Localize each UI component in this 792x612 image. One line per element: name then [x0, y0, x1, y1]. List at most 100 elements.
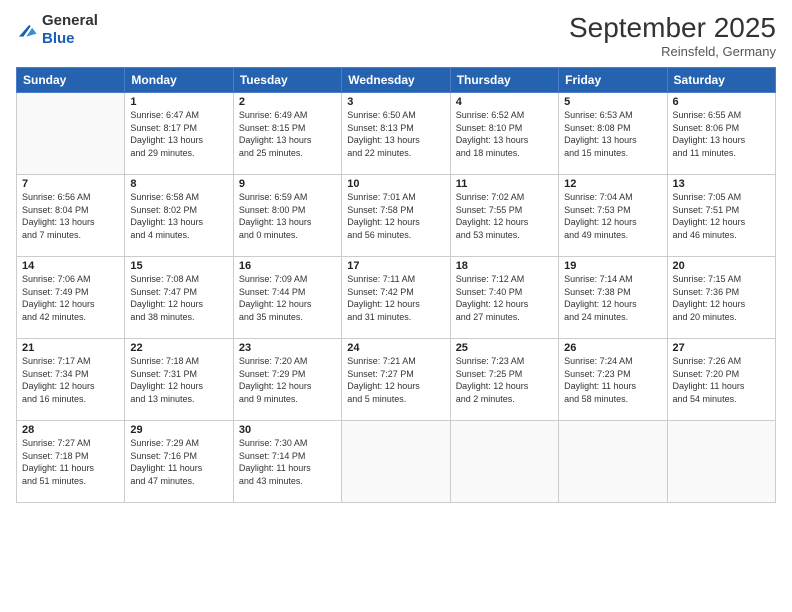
day-number: 5 [564, 96, 661, 108]
calendar-day: 24Sunrise: 7:21 AM Sunset: 7:27 PM Dayli… [342, 339, 450, 421]
calendar-day: 29Sunrise: 7:29 AM Sunset: 7:16 PM Dayli… [125, 421, 233, 503]
calendar-day [450, 421, 558, 503]
day-number: 14 [22, 260, 119, 272]
day-number: 2 [239, 96, 336, 108]
calendar-day: 26Sunrise: 7:24 AM Sunset: 7:23 PM Dayli… [559, 339, 667, 421]
day-number: 26 [564, 342, 661, 354]
subtitle: Reinsfeld, Germany [569, 44, 776, 59]
day-info: Sunrise: 7:01 AM Sunset: 7:58 PM Dayligh… [347, 191, 444, 241]
day-number: 29 [130, 424, 227, 436]
calendar-day: 17Sunrise: 7:11 AM Sunset: 7:42 PM Dayli… [342, 257, 450, 339]
day-number: 16 [239, 260, 336, 272]
day-info: Sunrise: 6:50 AM Sunset: 8:13 PM Dayligh… [347, 109, 444, 159]
calendar-day [667, 421, 775, 503]
calendar-day: 19Sunrise: 7:14 AM Sunset: 7:38 PM Dayli… [559, 257, 667, 339]
day-info: Sunrise: 7:05 AM Sunset: 7:51 PM Dayligh… [673, 191, 770, 241]
col-tuesday: Tuesday [233, 68, 341, 93]
col-thursday: Thursday [450, 68, 558, 93]
day-info: Sunrise: 7:30 AM Sunset: 7:14 PM Dayligh… [239, 437, 336, 487]
calendar-day: 15Sunrise: 7:08 AM Sunset: 7:47 PM Dayli… [125, 257, 233, 339]
day-info: Sunrise: 7:04 AM Sunset: 7:53 PM Dayligh… [564, 191, 661, 241]
calendar-day: 18Sunrise: 7:12 AM Sunset: 7:40 PM Dayli… [450, 257, 558, 339]
day-info: Sunrise: 7:15 AM Sunset: 7:36 PM Dayligh… [673, 273, 770, 323]
logo-blue: Blue [42, 30, 75, 47]
calendar-day: 9Sunrise: 6:59 AM Sunset: 8:00 PM Daylig… [233, 175, 341, 257]
day-number: 28 [22, 424, 119, 436]
day-number: 12 [564, 178, 661, 190]
calendar-day: 30Sunrise: 7:30 AM Sunset: 7:14 PM Dayli… [233, 421, 341, 503]
day-info: Sunrise: 7:06 AM Sunset: 7:49 PM Dayligh… [22, 273, 119, 323]
col-wednesday: Wednesday [342, 68, 450, 93]
day-info: Sunrise: 7:27 AM Sunset: 7:18 PM Dayligh… [22, 437, 119, 487]
calendar-day: 27Sunrise: 7:26 AM Sunset: 7:20 PM Dayli… [667, 339, 775, 421]
day-number: 24 [347, 342, 444, 354]
day-info: Sunrise: 6:47 AM Sunset: 8:17 PM Dayligh… [130, 109, 227, 159]
calendar-day: 12Sunrise: 7:04 AM Sunset: 7:53 PM Dayli… [559, 175, 667, 257]
calendar-week-3: 21Sunrise: 7:17 AM Sunset: 7:34 PM Dayli… [17, 339, 776, 421]
month-title: September 2025 [569, 12, 776, 44]
day-number: 25 [456, 342, 553, 354]
calendar-day: 28Sunrise: 7:27 AM Sunset: 7:18 PM Dayli… [17, 421, 125, 503]
day-info: Sunrise: 6:56 AM Sunset: 8:04 PM Dayligh… [22, 191, 119, 241]
day-info: Sunrise: 7:09 AM Sunset: 7:44 PM Dayligh… [239, 273, 336, 323]
day-number: 18 [456, 260, 553, 272]
day-number: 17 [347, 260, 444, 272]
day-number: 9 [239, 178, 336, 190]
day-number: 4 [456, 96, 553, 108]
day-number: 21 [22, 342, 119, 354]
calendar-day: 6Sunrise: 6:55 AM Sunset: 8:06 PM Daylig… [667, 93, 775, 175]
col-saturday: Saturday [667, 68, 775, 93]
day-number: 19 [564, 260, 661, 272]
day-number: 15 [130, 260, 227, 272]
day-number: 23 [239, 342, 336, 354]
calendar-day: 25Sunrise: 7:23 AM Sunset: 7:25 PM Dayli… [450, 339, 558, 421]
day-info: Sunrise: 7:29 AM Sunset: 7:16 PM Dayligh… [130, 437, 227, 487]
col-friday: Friday [559, 68, 667, 93]
calendar-day: 1Sunrise: 6:47 AM Sunset: 8:17 PM Daylig… [125, 93, 233, 175]
col-sunday: Sunday [17, 68, 125, 93]
day-info: Sunrise: 7:24 AM Sunset: 7:23 PM Dayligh… [564, 355, 661, 405]
day-number: 7 [22, 178, 119, 190]
day-info: Sunrise: 7:17 AM Sunset: 7:34 PM Dayligh… [22, 355, 119, 405]
day-number: 30 [239, 424, 336, 436]
day-info: Sunrise: 6:53 AM Sunset: 8:08 PM Dayligh… [564, 109, 661, 159]
calendar-day: 10Sunrise: 7:01 AM Sunset: 7:58 PM Dayli… [342, 175, 450, 257]
day-number: 1 [130, 96, 227, 108]
calendar-day [559, 421, 667, 503]
calendar-day: 5Sunrise: 6:53 AM Sunset: 8:08 PM Daylig… [559, 93, 667, 175]
day-number: 27 [673, 342, 770, 354]
title-block: September 2025 Reinsfeld, Germany [569, 12, 776, 59]
calendar-table: Sunday Monday Tuesday Wednesday Thursday… [16, 67, 776, 503]
day-info: Sunrise: 7:21 AM Sunset: 7:27 PM Dayligh… [347, 355, 444, 405]
day-info: Sunrise: 7:20 AM Sunset: 7:29 PM Dayligh… [239, 355, 336, 405]
calendar-day: 4Sunrise: 6:52 AM Sunset: 8:10 PM Daylig… [450, 93, 558, 175]
day-info: Sunrise: 7:02 AM Sunset: 7:55 PM Dayligh… [456, 191, 553, 241]
day-info: Sunrise: 6:49 AM Sunset: 8:15 PM Dayligh… [239, 109, 336, 159]
day-number: 22 [130, 342, 227, 354]
day-number: 13 [673, 178, 770, 190]
calendar-day: 11Sunrise: 7:02 AM Sunset: 7:55 PM Dayli… [450, 175, 558, 257]
day-info: Sunrise: 7:26 AM Sunset: 7:20 PM Dayligh… [673, 355, 770, 405]
calendar-week-2: 14Sunrise: 7:06 AM Sunset: 7:49 PM Dayli… [17, 257, 776, 339]
calendar-day: 20Sunrise: 7:15 AM Sunset: 7:36 PM Dayli… [667, 257, 775, 339]
col-monday: Monday [125, 68, 233, 93]
day-info: Sunrise: 7:18 AM Sunset: 7:31 PM Dayligh… [130, 355, 227, 405]
day-info: Sunrise: 7:14 AM Sunset: 7:38 PM Dayligh… [564, 273, 661, 323]
page-container: General Blue September 2025 Reinsfeld, G… [0, 0, 792, 511]
calendar-day: 14Sunrise: 7:06 AM Sunset: 7:49 PM Dayli… [17, 257, 125, 339]
calendar-day [17, 93, 125, 175]
calendar-day: 8Sunrise: 6:58 AM Sunset: 8:02 PM Daylig… [125, 175, 233, 257]
logo-general: General [42, 12, 98, 29]
header: General Blue September 2025 Reinsfeld, G… [16, 12, 776, 59]
logo: General Blue [16, 12, 98, 48]
calendar-day: 21Sunrise: 7:17 AM Sunset: 7:34 PM Dayli… [17, 339, 125, 421]
day-number: 11 [456, 178, 553, 190]
day-number: 3 [347, 96, 444, 108]
day-number: 10 [347, 178, 444, 190]
day-info: Sunrise: 6:59 AM Sunset: 8:00 PM Dayligh… [239, 191, 336, 241]
day-info: Sunrise: 6:52 AM Sunset: 8:10 PM Dayligh… [456, 109, 553, 159]
day-info: Sunrise: 7:23 AM Sunset: 7:25 PM Dayligh… [456, 355, 553, 405]
day-info: Sunrise: 6:55 AM Sunset: 8:06 PM Dayligh… [673, 109, 770, 159]
day-info: Sunrise: 6:58 AM Sunset: 8:02 PM Dayligh… [130, 191, 227, 241]
calendar-day: 16Sunrise: 7:09 AM Sunset: 7:44 PM Dayli… [233, 257, 341, 339]
